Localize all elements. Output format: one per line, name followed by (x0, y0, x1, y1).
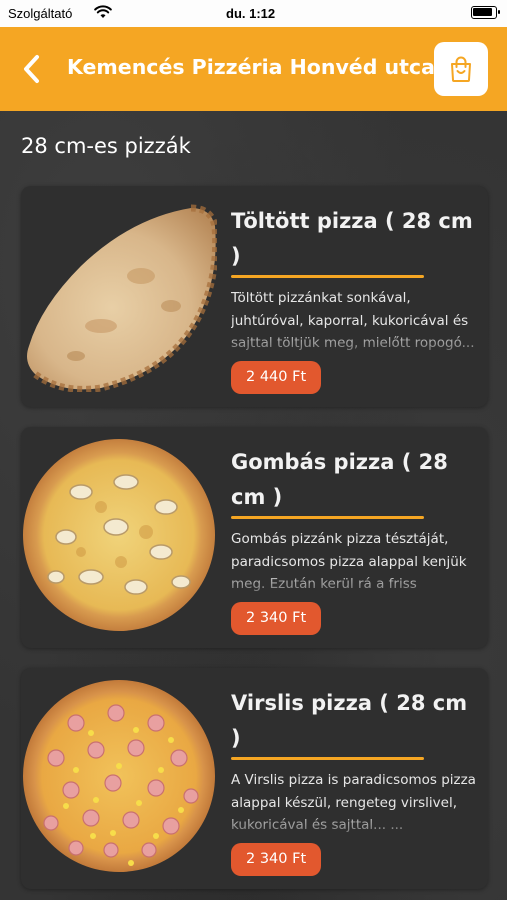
product-description: Gombás pizzánk pizza tésztáját, paradics… (231, 531, 467, 592)
battery-icon (471, 6, 500, 19)
product-card[interactable]: Töltött pizza ( 28 cm ) Töltött pizzánka… (21, 186, 488, 407)
divider (231, 516, 424, 519)
section-title: 28 cm-es pizzák (21, 134, 191, 158)
page-title: Kemencés Pizzéria Honvéd utca (67, 55, 435, 79)
product-card[interactable]: Virslis pizza ( 28 cm ) A Virslis pizza … (21, 668, 488, 889)
status-time: du. 1:12 (226, 6, 276, 21)
wifi-icon (94, 5, 112, 23)
product-name: Virslis pizza ( 28 cm ) (231, 691, 468, 750)
price-badge: 2 340 Ft (231, 843, 322, 876)
status-bar: Szolgáltató du. 1:12 (0, 0, 507, 27)
product-name: Gombás pizza ( 28 cm ) (231, 450, 448, 509)
chevron-left-icon (24, 55, 39, 83)
price-badge: 2 440 Ft (231, 361, 322, 394)
back-button[interactable] (10, 47, 54, 91)
product-description: Töltött pizzánkat sonkával, juhtúróval, … (231, 290, 475, 351)
divider (231, 757, 424, 760)
calzone-image (27, 204, 217, 392)
divider (231, 275, 424, 278)
shopping-bag-icon (451, 56, 471, 82)
sausage-pizza-image (23, 680, 215, 872)
product-name: Töltött pizza ( 28 cm ) (231, 209, 473, 268)
price-badge: 2 340 Ft (231, 602, 322, 635)
carrier-label: Szolgáltató (8, 6, 73, 21)
cart-button[interactable] (434, 42, 488, 96)
nav-bar: Kemencés Pizzéria Honvéd utca (0, 27, 507, 111)
product-description: A Virslis pizza is paradicsomos pizza al… (231, 772, 476, 833)
product-card[interactable]: Gombás pizza ( 28 cm ) Gombás pizzánk pi… (21, 427, 488, 648)
mushroom-pizza-image (23, 439, 215, 631)
